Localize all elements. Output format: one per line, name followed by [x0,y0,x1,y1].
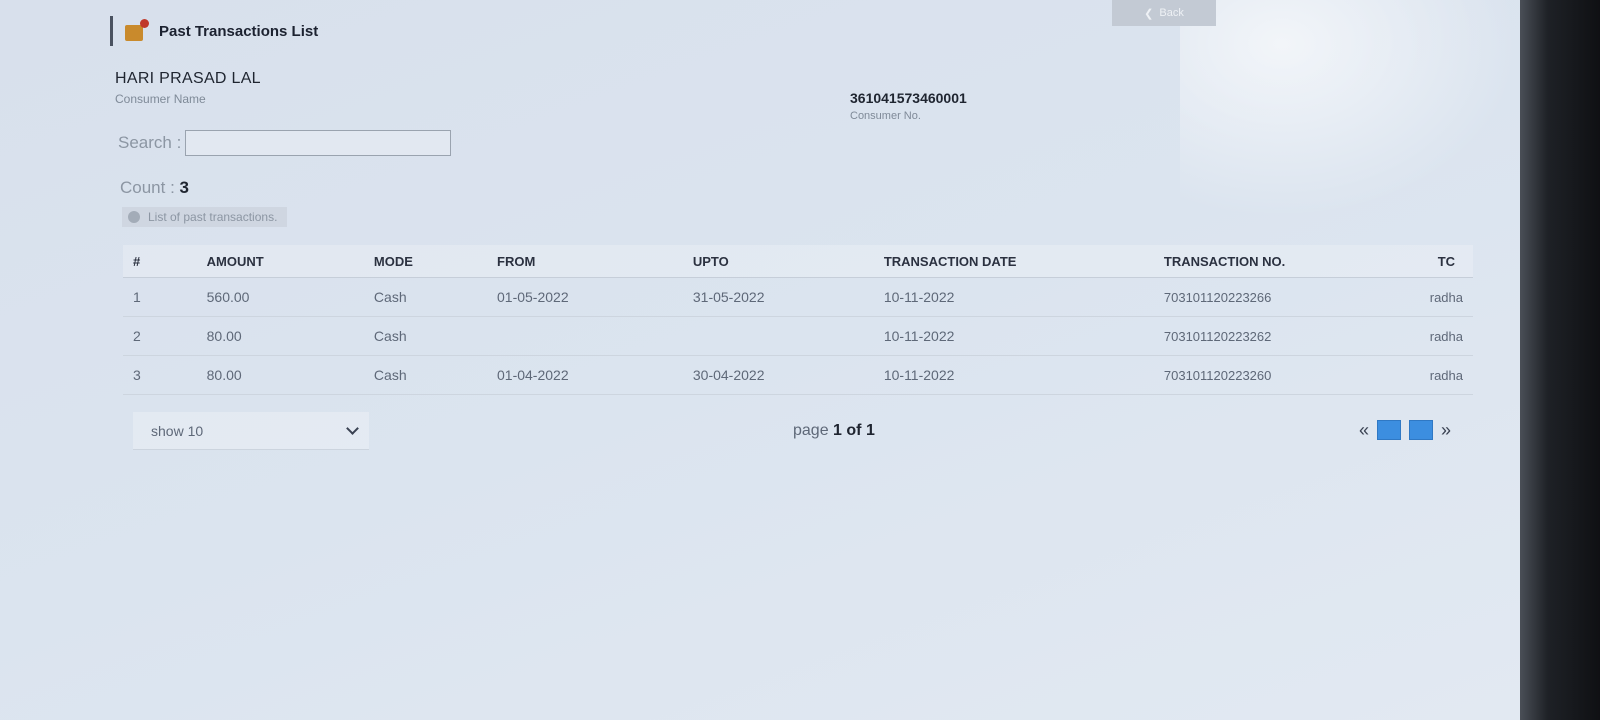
cell-index: 1 [123,277,197,317]
page-info-prefix: page [793,422,829,439]
page-size-label: show 10 [151,422,204,439]
page-info: page 1 of 1 [793,422,875,440]
cell-amount: 560.00 [196,277,364,317]
cell-from: 01-05-2022 [487,277,683,317]
pager-row: show 10 page 1 of 1 « » [133,412,1473,450]
table-header-row: # AMOUNT MODE FROM UPTO TRANSACTION DATE… [123,245,1473,278]
list-note-text: List of past transactions. [148,210,278,224]
cell-transaction-date: 10-11-2022 [873,316,1154,356]
column-header-tc[interactable]: TC [1419,245,1473,278]
page-current: 1 [833,422,842,439]
column-header-transaction-date[interactable]: TRANSACTION DATE [873,245,1154,278]
back-button-label: Back [1159,7,1184,19]
cell-mode: Cash [363,277,487,317]
consumer-number-label: Consumer No. [850,110,921,122]
count-value: 3 [179,178,190,197]
cell-upto: 30-04-2022 [682,355,874,395]
cell-index: 3 [123,355,197,395]
transactions-icon [123,19,149,43]
transactions-table: # AMOUNT MODE FROM UPTO TRANSACTION DATE… [123,245,1473,395]
cell-from: 01-04-2022 [487,355,683,395]
table-row[interactable]: 2 80.00 Cash 10-11-2022 703101120223262 … [123,316,1473,356]
table-row[interactable]: 3 80.00 Cash 01-04-2022 30-04-2022 10-11… [123,355,1473,395]
cell-transaction-no: 703101120223266 [1153,277,1420,317]
cell-transaction-date: 10-11-2022 [873,355,1154,395]
consumer-name-label: Consumer Name [115,92,206,106]
back-button[interactable]: ❮ Back [1112,0,1216,26]
page-total: 1 [865,422,875,439]
cell-transaction-no: 703101120223262 [1153,316,1420,356]
cell-upto [682,316,874,356]
back-arrow-icon: ❮ [1144,7,1154,20]
cell-mode: Cash [363,355,487,395]
last-page-icon[interactable]: » [1441,420,1451,440]
chevron-down-icon [346,422,359,435]
column-header-mode[interactable]: MODE [363,245,487,278]
table-row[interactable]: 1 560.00 Cash 01-05-2022 31-05-2022 10-1… [123,277,1473,317]
pager-controls: « » [1359,420,1451,440]
transactions-table-wrapper: # AMOUNT MODE FROM UPTO TRANSACTION DATE… [123,245,1473,395]
monitor-bezel [1520,0,1600,720]
cell-amount: 80.00 [196,355,364,395]
next-page-button[interactable] [1408,420,1433,440]
search-row: Search : [118,130,452,156]
cell-transaction-no: 703101120223260 [1153,355,1420,395]
count-row: Count : 3 [120,178,189,198]
cell-from [487,316,683,356]
cell-tc: radha [1419,316,1473,356]
search-input[interactable] [185,130,452,156]
cell-transaction-date: 10-11-2022 [873,277,1154,317]
title-bar: Past Transactions List [110,16,318,46]
list-note: List of past transactions. [122,207,288,227]
cell-index: 2 [123,316,197,356]
column-header-upto[interactable]: UPTO [682,245,874,278]
page-size-select[interactable]: show 10 [133,412,369,450]
count-label: Count : [120,178,175,197]
column-header-amount[interactable]: AMOUNT [196,245,364,278]
screen-glare [1180,0,1520,220]
page-info-separator: of [846,422,862,439]
column-header-index[interactable]: # [123,245,197,278]
cell-amount: 80.00 [196,316,364,356]
first-page-icon[interactable]: « [1359,420,1369,440]
column-header-from[interactable]: FROM [487,245,683,278]
title-divider [110,16,113,46]
app-screen: Past Transactions List ❮ Back HARI PRASA… [0,0,1520,720]
page-title: Past Transactions List [159,22,319,40]
consumer-name: HARI PRASAD LAL [115,70,261,87]
column-header-transaction-no[interactable]: TRANSACTION NO. [1153,245,1420,278]
cell-mode: Cash [363,316,487,356]
prev-page-button[interactable] [1376,420,1401,440]
search-label: Search : [118,133,182,152]
cell-upto: 31-05-2022 [682,277,874,317]
consumer-number: 361041573460001 [850,90,967,106]
info-icon [128,211,140,223]
cell-tc: radha [1419,355,1473,395]
cell-tc: radha [1419,277,1473,317]
